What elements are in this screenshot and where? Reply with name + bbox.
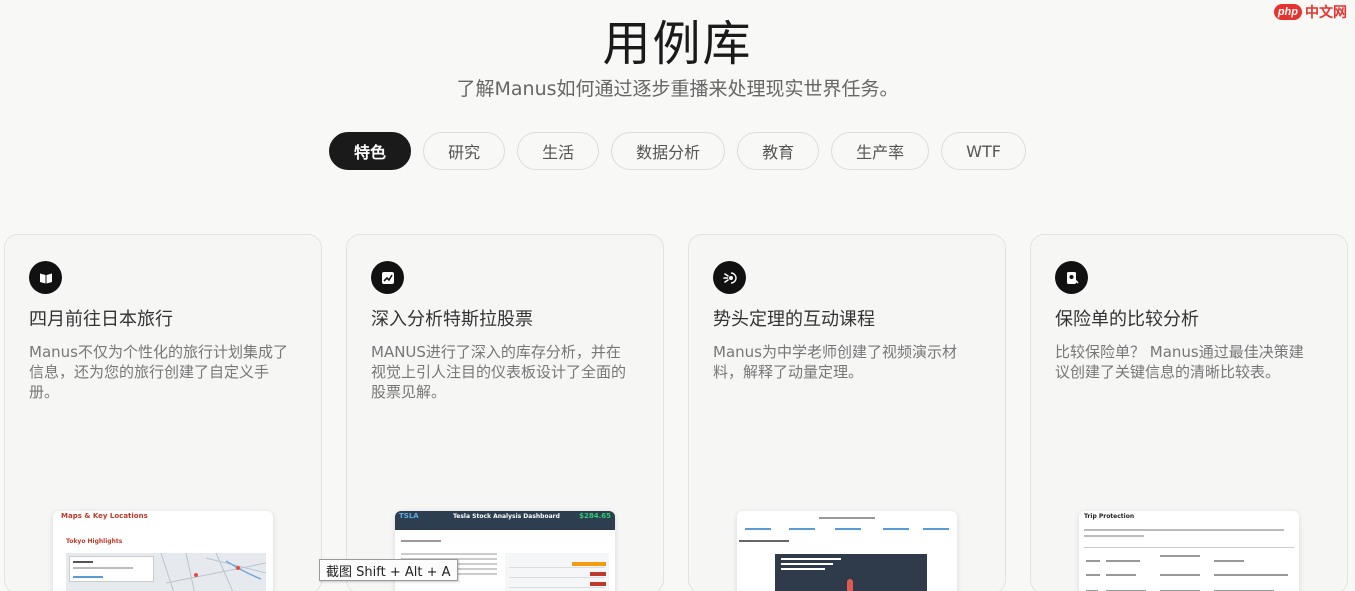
book-icon: [29, 261, 62, 294]
use-case-card-tesla-stock[interactable]: 深入分析特斯拉股票 MANUS进行了深入的库存分析，并在视觉上引人注目的仪表板设…: [346, 234, 664, 591]
card-preview-image: Trip Protection: [1079, 511, 1299, 591]
chart-icon: [371, 261, 404, 294]
page-subtitle: 了解Manus如何通过逐步重播来处理现实世界任务。: [456, 78, 899, 100]
atom-icon: [713, 261, 746, 294]
preview-ticker: TSLA: [399, 512, 419, 520]
status-tag: [590, 582, 606, 586]
use-case-card-insurance-comparison[interactable]: 保险单的比较分析 比较保险单？ Manus通过最佳决策建议创建了关键信息的清晰比…: [1030, 234, 1348, 591]
preview-price: $284.65: [579, 512, 611, 520]
screenshot-tooltip: 截图 Shift + Alt + A: [319, 559, 458, 581]
category-tabs: 特色 研究 生活 数据分析 教育 生产率 WTF: [0, 132, 1355, 170]
comparison-table: [1084, 547, 1294, 591]
card-description: 比较保险单？ Manus通过最佳决策建议创建了关键信息的清晰比较表。: [1055, 343, 1304, 381]
use-case-card-momentum-lesson[interactable]: 势头定理的互动课程 Manus为中学老师创建了视频演示材料，解释了动量定理。: [688, 234, 1006, 591]
card-title: 保险单的比较分析: [1055, 309, 1199, 330]
preview-heading: Tesla Stock Analysis Dashboard: [453, 513, 560, 520]
preview-subheading: Tokyo Highlights: [66, 538, 123, 545]
tab-education[interactable]: 教育: [737, 132, 820, 170]
card-title: 势头定理的互动课程: [713, 309, 875, 330]
status-tag: [572, 562, 606, 566]
card-preview-image: [737, 511, 957, 591]
card-title: 深入分析特斯拉股票: [371, 309, 533, 330]
card-title: 四月前往日本旅行: [29, 309, 173, 330]
tab-life[interactable]: 生活: [517, 132, 600, 170]
preview-heading: Trip Protection: [1084, 513, 1135, 520]
use-case-grid: 四月前往日本旅行 Manus不仅为个性化的旅行计划集成了信息，还为您的旅行创建了…: [4, 234, 1348, 591]
tab-featured[interactable]: 特色: [329, 132, 412, 170]
rocket-icon: [847, 579, 853, 591]
page-title: 用例库: [602, 16, 753, 72]
card-description: Manus为中学老师创建了视频演示材料，解释了动量定理。: [713, 343, 957, 381]
map-info-box: [69, 556, 154, 582]
preview-heading: Maps & Key Locations: [61, 512, 148, 520]
document-icon: [1055, 261, 1088, 294]
tab-research[interactable]: 研究: [423, 132, 506, 170]
preview-nav: [745, 528, 949, 531]
card-preview-image: Maps & Key Locations Tokyo Highlights: [53, 511, 273, 591]
card-description: Manus不仅为个性化的旅行计划集成了信息，还为您的旅行创建了自定义手册。: [29, 343, 288, 401]
tab-data-analysis[interactable]: 数据分析: [611, 132, 726, 170]
tab-productivity[interactable]: 生产率: [831, 132, 930, 170]
status-tag: [590, 572, 606, 576]
card-description: MANUS进行了深入的库存分析，并在视觉上引人注目的仪表板设计了全面的股票见解。: [371, 343, 627, 401]
use-case-card-japan-trip[interactable]: 四月前往日本旅行 Manus不仅为个性化的旅行计划集成了信息，还为您的旅行创建了…: [4, 234, 322, 591]
tab-wtf[interactable]: WTF: [941, 132, 1026, 170]
